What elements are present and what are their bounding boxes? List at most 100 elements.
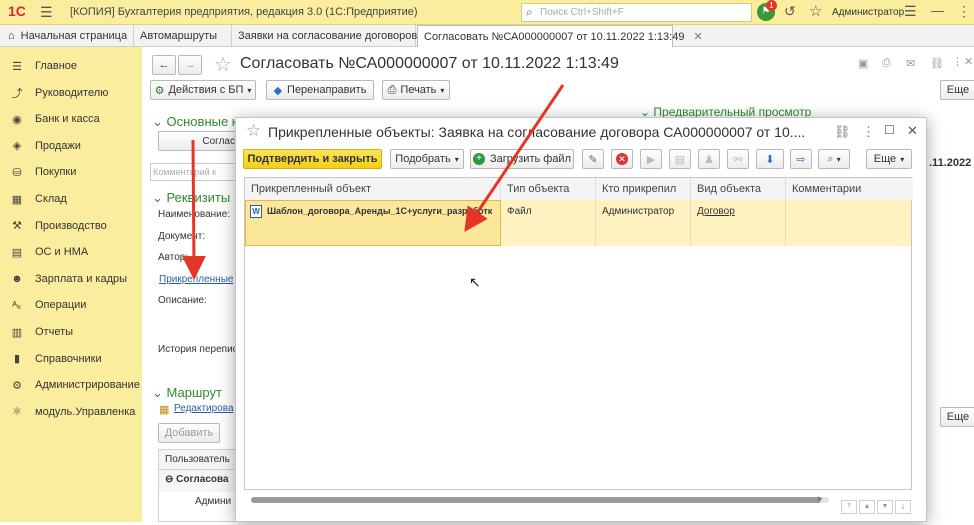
route-group-row[interactable]: ⊖ Согласова	[159, 470, 237, 492]
redirect-button[interactable]: ◆ Перенаправить	[266, 80, 374, 100]
sidebar-item-8[interactable]: ☻ Зарплата и кадры	[0, 266, 142, 292]
cart-icon: ⛁	[12, 166, 22, 179]
add-button[interactable]: Добавить	[158, 423, 220, 443]
dialog-more-button[interactable]: Еще ▾	[866, 149, 912, 169]
sales-icon: ◈	[12, 140, 22, 153]
print-icon[interactable]: ⎙	[882, 57, 891, 70]
process-icon: ⚙	[154, 84, 165, 97]
favorite-star-icon[interactable]: ☆	[214, 52, 232, 77]
sidebar-item-9[interactable]: ᴬₖ Операции	[0, 292, 142, 318]
sidebar-item-4[interactable]: ⛁ Покупки	[0, 159, 142, 185]
column-header-comment[interactable]: Комментарии	[786, 178, 913, 200]
mouse-cursor-icon: ↖	[469, 274, 481, 290]
section-props-toggle[interactable]: ⌄ Реквизиты	[152, 190, 230, 206]
horizontal-scrollbar[interactable]	[251, 497, 829, 503]
global-search-input[interactable]: ⌕ Поиск Ctrl+Shift+F	[521, 3, 752, 22]
edit-button[interactable]: ✎	[582, 149, 604, 169]
sidebar-item-3[interactable]: ◈ Продажи	[0, 133, 142, 159]
approve-button[interactable]: Соглас	[158, 131, 238, 151]
send-button[interactable]: ⇨	[790, 149, 812, 169]
forward-button[interactable]: →	[178, 55, 202, 75]
column-header-type[interactable]: Тип объекта	[501, 178, 596, 200]
close-tab-icon[interactable]: ✕	[694, 31, 703, 43]
bank-icon: ◉	[12, 113, 22, 126]
reports-icon: ▥	[11, 326, 23, 339]
sidebar-item-13[interactable]: ⚛ модуль.Управленка	[0, 399, 142, 425]
download-button[interactable]: ⬇	[756, 149, 784, 169]
more-vertical-icon[interactable]: ⋮	[957, 3, 971, 20]
column-header-kind[interactable]: Вид объекта	[691, 178, 786, 200]
sidebar-item-10[interactable]: ▥ Отчеты	[0, 319, 142, 345]
assets-icon: ▤	[11, 246, 23, 259]
column-header-object[interactable]: Прикрепленный объект	[245, 178, 501, 200]
edit-route-link[interactable]: Редактирова	[174, 403, 234, 414]
route-user-row[interactable]: Админи	[159, 492, 237, 514]
sidebar-item-7[interactable]: ▤ ОС и НМА	[0, 239, 142, 265]
bp-actions-button[interactable]: ⚙ Действия с БП ▾	[150, 80, 256, 100]
history-icon[interactable]: ↺	[784, 3, 796, 20]
link-icon[interactable]: ⛓	[930, 57, 944, 70]
section-route-toggle[interactable]: ⌄ Маршрут	[152, 385, 222, 401]
dialog-maximize-icon[interactable]: ☐	[884, 123, 895, 137]
stamp-button[interactable]: ♟	[698, 149, 720, 169]
pick-button[interactable]: Подобрать ▾	[390, 149, 464, 169]
form-more-button[interactable]: Еще	[940, 80, 974, 100]
sidebar-item-label: Отчеты	[35, 326, 74, 338]
minimize-icon[interactable]: —	[931, 3, 944, 18]
sidebar-item-6[interactable]: ⚒ Производство	[0, 213, 142, 239]
scroll-down-button[interactable]: ▼	[877, 500, 893, 514]
dialog-favorite-icon[interactable]: ☆	[246, 121, 261, 141]
favorites-star-icon[interactable]: ☆	[809, 2, 822, 20]
save-icon[interactable]: ▣	[858, 57, 868, 70]
app-logo[interactable]: 1С	[8, 3, 26, 19]
group-button[interactable]: ⚯	[727, 149, 749, 169]
right-more-button[interactable]: Еще	[940, 407, 974, 427]
upload-file-button[interactable]: + Загрузить файл	[470, 149, 574, 169]
dialog-menu-icon[interactable]: ⋮	[862, 124, 875, 140]
back-button[interactable]: ←	[152, 55, 176, 75]
dropdown-arrow-icon: ▾	[247, 85, 252, 95]
confirm-close-button[interactable]: Подтвердить и закрыть	[243, 149, 382, 169]
search-button[interactable]: ⌕ ▾	[818, 149, 850, 169]
notification-count-badge: 1	[766, 0, 777, 11]
route-group-label: Согласова	[176, 474, 229, 485]
dialog-close-icon[interactable]: ✕	[907, 123, 918, 139]
sidebar-item-11[interactable]: ▮ Справочники	[0, 346, 142, 372]
sidebar-item-0[interactable]: ☰ Главное	[0, 53, 142, 79]
tab-contract-requests[interactable]: Заявки на согласование договоров	[232, 25, 417, 47]
table-row[interactable]: W Шаблон_договора_Аренды_1С+услуги_разра…	[245, 200, 911, 246]
sidebar-item-12[interactable]: ⚙ Администрирование	[0, 372, 142, 398]
settings-menu-icon[interactable]: ☰	[904, 3, 917, 20]
print-button[interactable]: ⎙ Печать ▾	[382, 80, 450, 100]
scroll-bottom-button[interactable]: ⤓	[895, 500, 911, 514]
forward-doc-button[interactable]: ▶	[640, 149, 662, 169]
scroll-top-button[interactable]: ⤒	[841, 500, 857, 514]
delete-button[interactable]: ✕	[611, 149, 633, 169]
scroll-up-button[interactable]: ▲	[859, 500, 875, 514]
section-main-toggle[interactable]: ⌄ Основные к	[152, 114, 238, 130]
main-menu-icon[interactable]: ☰	[40, 4, 53, 21]
books-icon: ▮	[13, 353, 21, 366]
kind-cell[interactable]: Договор	[697, 206, 735, 217]
form-menu-icon[interactable]: ⋮	[952, 55, 963, 68]
column-header-who[interactable]: Кто прикрепил	[596, 178, 691, 200]
current-user[interactable]: Администратор	[832, 7, 904, 18]
scroll-right-icon[interactable]: ▸	[818, 493, 823, 504]
sidebar-item-1[interactable]: ⤴ Руководителю	[0, 80, 142, 106]
document-label: Документ:	[158, 231, 206, 242]
menu-icon: ☰	[12, 60, 22, 73]
tab-home[interactable]: ⌂ Начальная страница	[0, 25, 134, 47]
form-close-icon[interactable]: ✕	[964, 55, 973, 68]
copy-button[interactable]: ▤	[669, 149, 691, 169]
sidebar-item-2[interactable]: ◉ Банк и касса	[0, 106, 142, 132]
column-divider	[690, 200, 691, 246]
tab-autoroutes[interactable]: Автомаршруты	[134, 25, 232, 47]
attached-objects-link[interactable]: Прикрепленные	[159, 274, 233, 285]
tab-approve[interactable]: Согласовать №СА000000007 от 10.11.2022 1…	[417, 25, 703, 47]
scrollbar-thumb[interactable]	[251, 497, 821, 503]
comment-input[interactable]: Комментарий к	[150, 163, 240, 181]
attach-icon[interactable]: ✉	[906, 57, 915, 70]
dialog-link-icon[interactable]: ⛓	[834, 124, 851, 140]
sidebar-item-5[interactable]: ▦ Склад	[0, 186, 142, 212]
printer-icon: ⎙	[387, 83, 397, 96]
